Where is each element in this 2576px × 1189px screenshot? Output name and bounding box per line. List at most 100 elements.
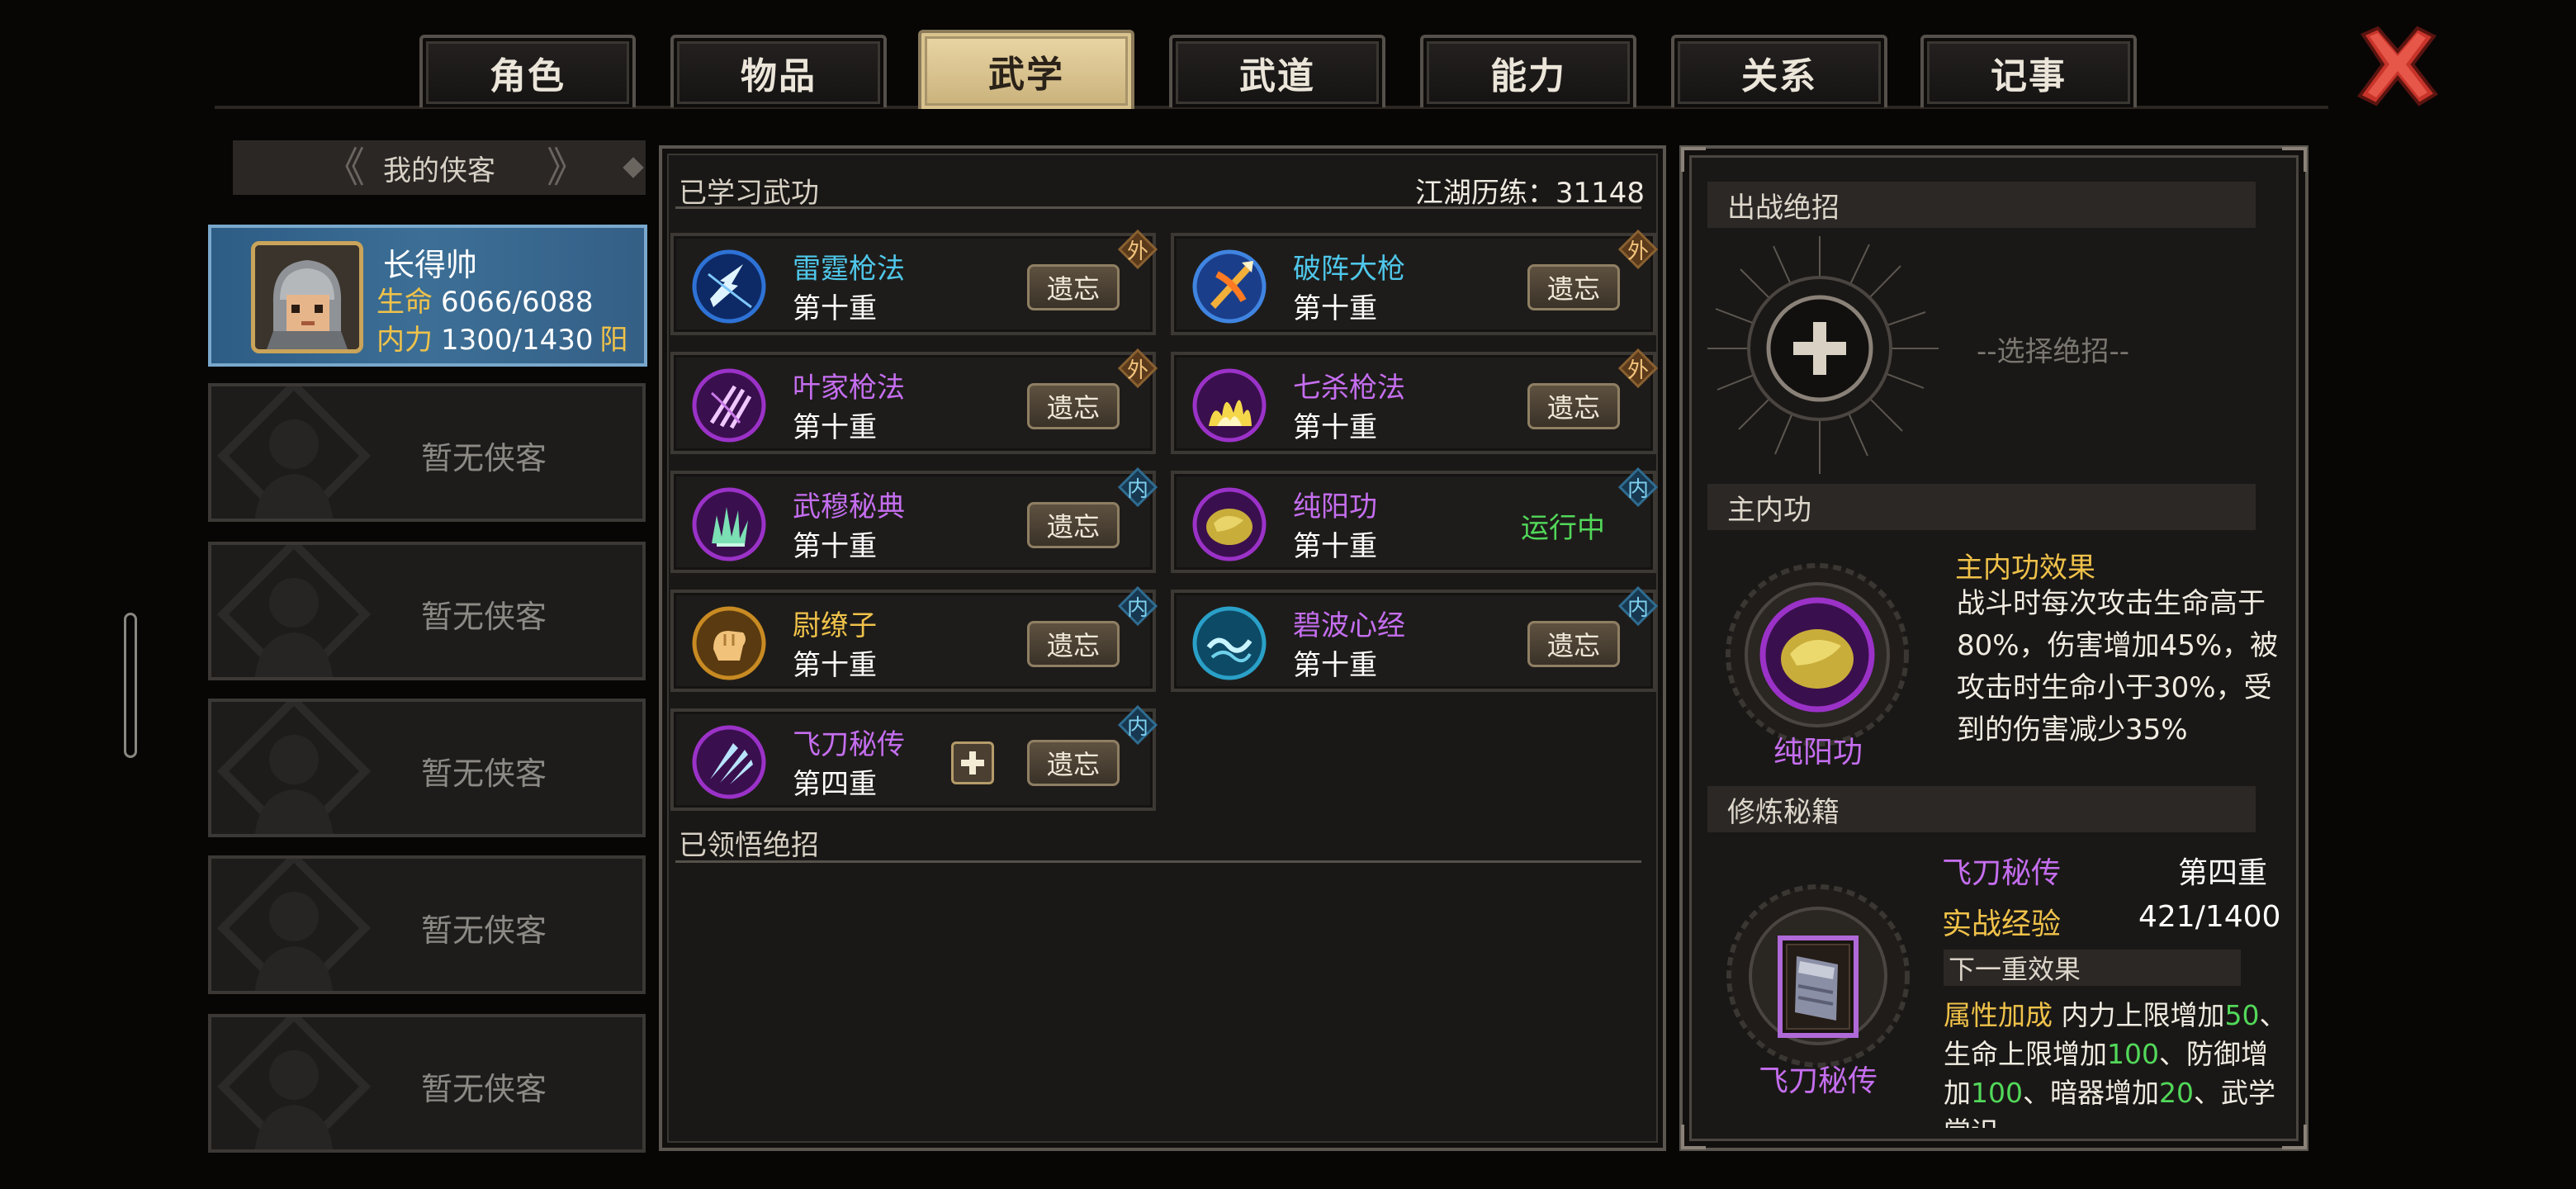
attr-bonus-label: 属性加成: [1944, 999, 2053, 1031]
tab-journal[interactable]: 记事: [1920, 35, 2137, 107]
combat-exp-value: 421/1400: [2138, 900, 2281, 934]
golden-qi-icon: [1726, 563, 1909, 746]
skill-name: 碧波心经: [1293, 609, 1405, 642]
mp-label: 内力: [376, 324, 433, 357]
comprehended-ultimates-title: 已领悟绝招: [679, 829, 819, 862]
my-heroes-title: 我的侠客: [383, 154, 495, 187]
skill-tag-label: 内: [1126, 476, 1148, 502]
skill-card[interactable]: 叶家枪法 第十重 遗忘 外: [670, 348, 1158, 454]
skill-tag-label: 外: [1627, 239, 1649, 264]
neigong-effect-text: 战斗时每次攻击生命高于80%，伤害增加45%，被攻击时生命小于30%，受到的伤害…: [1957, 587, 2279, 746]
lightning-spear-icon: [692, 249, 766, 324]
flying-blade-icon: [692, 725, 766, 799]
corner-ornament: [2282, 1125, 2307, 1149]
skill-tag-label: 内: [1126, 595, 1148, 621]
skill-level: 第十重: [1293, 411, 1377, 444]
corner-ornament: [1681, 1125, 1706, 1149]
forget-button[interactable]: 遗忘: [1027, 740, 1120, 786]
tab-relations[interactable]: 关系: [1671, 35, 1887, 107]
hp-value: 6066/6088: [441, 286, 594, 319]
spear-burst-icon: [1192, 249, 1267, 324]
effect-part: 内力上限增加: [2061, 999, 2225, 1031]
tab-martial-arts[interactable]: 武学: [918, 30, 1134, 109]
hero-hp-row: 生命 6066/6088: [376, 279, 594, 320]
main-neigong-slot[interactable]: [1724, 561, 1911, 748]
skill-name: 雷霆枪法: [793, 253, 905, 286]
skill-level: 第十重: [793, 292, 877, 325]
skill-level: 第十重: [793, 530, 877, 563]
corner-ornament: [2282, 147, 2307, 172]
tab-abilities[interactable]: 能力: [1420, 35, 1636, 107]
skill-tag-label: 内: [1627, 476, 1649, 502]
jade-hand-icon: [692, 487, 766, 561]
tab-items[interactable]: 物品: [670, 35, 887, 107]
jianghu-experience: 江湖历练：31148: [1414, 177, 1645, 210]
skill-tag-label: 外: [1627, 358, 1649, 383]
next-level-effect-title: 下一重效果: [1949, 954, 2081, 985]
forget-button[interactable]: 遗忘: [1027, 264, 1120, 310]
close-button[interactable]: [2355, 25, 2441, 107]
skill-card[interactable]: 破阵大枪 第十重 遗忘 外: [1171, 229, 1659, 335]
plus-icon: [961, 751, 984, 775]
internal-tag: 内: [1117, 704, 1158, 746]
training-skill-level: 第四重: [2178, 856, 2268, 890]
forget-button[interactable]: 遗忘: [1527, 264, 1620, 310]
next-level-effect-header: 下一重效果: [1944, 950, 2241, 986]
forget-button[interactable]: 遗忘: [1527, 621, 1620, 667]
hero-name: 长得帅: [383, 247, 478, 283]
skill-card[interactable]: 尉缭子 第十重 遗忘 内: [670, 585, 1158, 692]
skill-card[interactable]: 纯阳功 第十重 运行中 内: [1171, 467, 1659, 573]
training-book-slot[interactable]: [1717, 879, 1920, 1068]
hp-label: 生命: [376, 286, 433, 319]
select-ultimate-slot[interactable]: [1699, 233, 1972, 477]
skill-name: 尉缭子: [793, 609, 877, 642]
upgrade-plus-button[interactable]: [951, 741, 994, 784]
main-neigong-header: 主内功: [1707, 484, 2256, 530]
empty-slot-label: 暂无侠客: [421, 756, 547, 792]
skill-card[interactable]: 飞刀秘传 第四重 遗忘 内: [670, 704, 1158, 811]
my-heroes-header: 《 我的侠客 》: [233, 140, 646, 195]
next-level-effect-text: 属性加成 内力上限增加50、生命上限增加100、防御增加100、暗器增加20、武…: [1944, 996, 2290, 1128]
chevron-right-ornament: 》: [547, 144, 588, 192]
empty-hero-slot[interactable]: 暂无侠客: [208, 855, 646, 994]
tab-martial-way[interactable]: 武道: [1169, 35, 1385, 107]
skill-tag-label: 外: [1126, 358, 1148, 383]
external-tag: 外: [1117, 229, 1158, 270]
internal-tag: 内: [1117, 467, 1158, 508]
skill-card[interactable]: 碧波心经 第十重 遗忘 内: [1171, 585, 1659, 692]
wave-heart-icon: [1192, 606, 1267, 680]
mp-value: 1300/1430: [441, 324, 594, 357]
empty-hero-slot[interactable]: 暂无侠客: [208, 699, 646, 837]
skill-name: 纯阳功: [1293, 490, 1377, 523]
empty-slot-label: 暂无侠客: [421, 440, 547, 476]
external-tag: 外: [1617, 348, 1659, 389]
empty-hero-slot[interactable]: 暂无侠客: [208, 383, 646, 522]
skill-level: 第十重: [793, 649, 877, 682]
edge-swipe-handle[interactable]: [124, 613, 137, 758]
skill-level: 第十重: [1293, 530, 1377, 563]
forget-button[interactable]: 遗忘: [1027, 502, 1120, 548]
skill-card[interactable]: 七杀枪法 第十重 遗忘 外: [1171, 348, 1659, 454]
ultimate-section-title: 出战绝招: [1727, 191, 1840, 225]
empty-slot-label: 暂无侠客: [421, 1071, 547, 1107]
forget-button[interactable]: 遗忘: [1027, 621, 1120, 667]
internal-tag: 内: [1617, 467, 1659, 508]
tab-character[interactable]: 角色: [419, 35, 636, 107]
skill-level: 第十重: [793, 411, 877, 444]
forget-button[interactable]: 遗忘: [1527, 383, 1620, 429]
empty-hero-slot[interactable]: 暂无侠客: [208, 1014, 646, 1153]
alignment-label: 阳: [599, 324, 628, 357]
hero-avatar: [251, 241, 363, 353]
hero-mp-row: 内力 1300/1430 阳: [376, 317, 628, 358]
skill-name: 武穆秘典: [793, 490, 905, 523]
skill-level: 第四重: [793, 768, 877, 801]
hero-card-selected[interactable]: 长得帅 生命 6066/6088 内力 1300/1430 阳: [208, 225, 647, 367]
external-tag: 外: [1617, 229, 1659, 270]
training-book-header: 修炼秘籍: [1707, 786, 2256, 832]
diamond-ornament: [623, 157, 644, 178]
forget-button[interactable]: 遗忘: [1027, 383, 1120, 429]
skill-card[interactable]: 雷霆枪法 第十重 遗忘 外: [670, 229, 1158, 335]
empty-hero-slot[interactable]: 暂无侠客: [208, 542, 646, 680]
skill-card[interactable]: 武穆秘典 第十重 遗忘 内: [670, 467, 1158, 573]
skill-level: 第十重: [1293, 292, 1377, 325]
